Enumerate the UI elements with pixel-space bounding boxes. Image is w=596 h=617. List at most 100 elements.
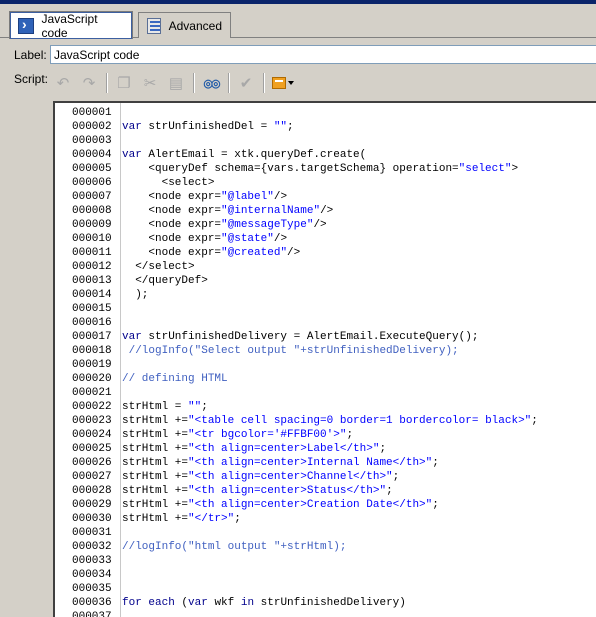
advanced-icon: [147, 17, 161, 34]
line-number: 000018: [72, 345, 112, 357]
code-token: <node expr=: [122, 247, 222, 259]
code-text: for each (var wkf in strUnfinishedDelive…: [122, 596, 406, 610]
code-line: 000003: [55, 134, 596, 148]
code-token: ;: [234, 513, 241, 525]
code-token: />: [273, 233, 288, 245]
code-area[interactable]: 000001 000002 var strUnfinishedDel = ""; 00…: [55, 106, 596, 617]
insert-field-dropdown[interactable]: [268, 71, 298, 95]
code-text: </queryDef>: [122, 274, 208, 288]
line-number: 000028: [72, 485, 112, 497]
code-text: <node expr="@state"/>: [122, 232, 287, 246]
code-token: />: [273, 191, 288, 203]
line-number: 000016: [72, 317, 112, 329]
find-binoculars-icon[interactable]: ◎◎: [198, 71, 224, 95]
code-line: 000015: [55, 302, 596, 316]
code-token: strHtml +=: [122, 471, 189, 483]
code-text: var strUnfinishedDelivery = AlertEmail.E…: [122, 330, 478, 344]
tab-javascript-code[interactable]: JavaScript code: [9, 11, 133, 40]
code-text: <node expr="@label"/>: [122, 190, 287, 204]
code-text: strHtml +="<th align=center>Status</th>"…: [122, 484, 393, 498]
code-line: 000036 for each (var wkf in strUnfinished…: [55, 596, 596, 610]
code-text: // defining HTML: [122, 372, 228, 386]
code-token: ;: [379, 443, 387, 455]
code-token: <node expr=: [122, 233, 222, 245]
code-token: strUnfinishedDel =: [148, 121, 274, 133]
code-line: 000026 strHtml +="<th align=center>Intern…: [55, 456, 596, 470]
code-text: <node expr="@created"/>: [122, 246, 300, 260]
code-line: 000014 );: [55, 288, 596, 302]
code-token: />: [313, 219, 327, 231]
code-token: var: [122, 121, 149, 133]
code-line: 000021: [55, 386, 596, 400]
label-input[interactable]: [50, 45, 596, 64]
code-token: <node expr=: [122, 191, 222, 203]
toolbar-separator: [228, 73, 229, 93]
code-line: 000022 strHtml = "";: [55, 400, 596, 414]
code-token: ;: [432, 499, 439, 511]
javascript-icon: [18, 16, 34, 34]
code-text: strHtml +="<th align=center>Internal Nam…: [122, 456, 439, 470]
code-token: in: [240, 597, 261, 609]
code-token: wkf: [214, 597, 241, 609]
code-token: var: [188, 597, 215, 609]
line-number: 000006: [72, 177, 112, 189]
script-toolbar: ↶ ↷ ❐ ✂ ▤ ◎◎ ✔: [50, 70, 298, 96]
toolbar-separator: [263, 73, 264, 93]
validate-icon[interactable]: ✔: [233, 71, 259, 95]
script-editor[interactable]: 000001 000002 var strUnfinishedDel = ""; 00…: [53, 101, 596, 617]
redo-icon[interactable]: ↷: [76, 71, 102, 95]
code-token: "@internalName": [221, 205, 321, 217]
paste-icon[interactable]: ▤: [163, 71, 189, 95]
line-number: 000017: [72, 331, 112, 343]
line-number: 000015: [72, 303, 112, 315]
line-number: 000030: [72, 513, 112, 525]
code-token: ;: [392, 471, 400, 483]
line-number: 000036: [72, 597, 112, 609]
line-number: 000003: [72, 135, 112, 147]
code-line: 000031: [55, 526, 596, 540]
code-line: 000025 strHtml +="<th align=center>Label<…: [55, 442, 596, 456]
code-token: );: [122, 289, 149, 301]
code-token: strHtml =: [122, 401, 189, 413]
code-token: <node expr=: [122, 205, 222, 217]
code-token: // defining HTML: [122, 373, 228, 385]
line-number: 000019: [72, 359, 112, 371]
code-line: 000017 var strUnfinishedDelivery = AlertE…: [55, 330, 596, 344]
code-token: "</tr>": [188, 513, 235, 525]
code-line: 000006 <select>: [55, 176, 596, 190]
code-token: "<tr bgcolor='#FFBF00'>": [188, 429, 347, 441]
line-number: 000009: [72, 219, 112, 231]
copy-icon[interactable]: ❐: [111, 71, 137, 95]
code-token: </select>: [122, 261, 195, 273]
tab-advanced-label: Advanced: [168, 18, 222, 33]
code-line: 000007 <node expr="@label"/>: [55, 190, 596, 204]
script-caption: Script:: [14, 72, 49, 86]
code-line: 000016: [55, 316, 596, 330]
code-line: 000028 strHtml +="<th align=center>Status…: [55, 484, 596, 498]
code-token: </queryDef>: [122, 275, 208, 287]
code-token: //logInfo("html output "+strHtml);: [122, 541, 347, 553]
cut-icon[interactable]: ✂: [137, 71, 163, 95]
code-line: 000030 strHtml +="</tr>";: [55, 512, 596, 526]
code-line: 000032 //logInfo("html output "+strHtml);: [55, 540, 596, 554]
code-text: strHtml +="<table cell spacing=0 border=…: [122, 414, 538, 428]
code-token: "": [188, 401, 202, 413]
code-token: ;: [432, 457, 439, 469]
line-number: 000033: [72, 555, 112, 567]
code-token: "<th align=center>Creation Date</th>": [188, 499, 433, 511]
tab-advanced[interactable]: Advanced: [138, 12, 231, 38]
line-number: 000035: [72, 583, 112, 595]
code-token: "@label": [221, 191, 274, 203]
code-token: strHtml +=: [122, 443, 189, 455]
line-number: 000004: [72, 149, 112, 161]
line-number: 000037: [72, 611, 112, 617]
line-number: 000011: [72, 247, 112, 259]
undo-icon[interactable]: ↶: [50, 71, 76, 95]
line-number: 000023: [72, 415, 112, 427]
code-token: ;: [346, 429, 354, 441]
code-line: 000024 strHtml +="<tr bgcolor='#FFBF00'>"…: [55, 428, 596, 442]
code-line: 000004 var AlertEmail = xtk.queryDef.crea…: [55, 148, 596, 162]
code-line: 000023 strHtml +="<table cell spacing=0 b…: [55, 414, 596, 428]
code-token: strHtml +=: [122, 499, 189, 511]
code-token: "<th align=center>Label</th>": [188, 443, 380, 455]
